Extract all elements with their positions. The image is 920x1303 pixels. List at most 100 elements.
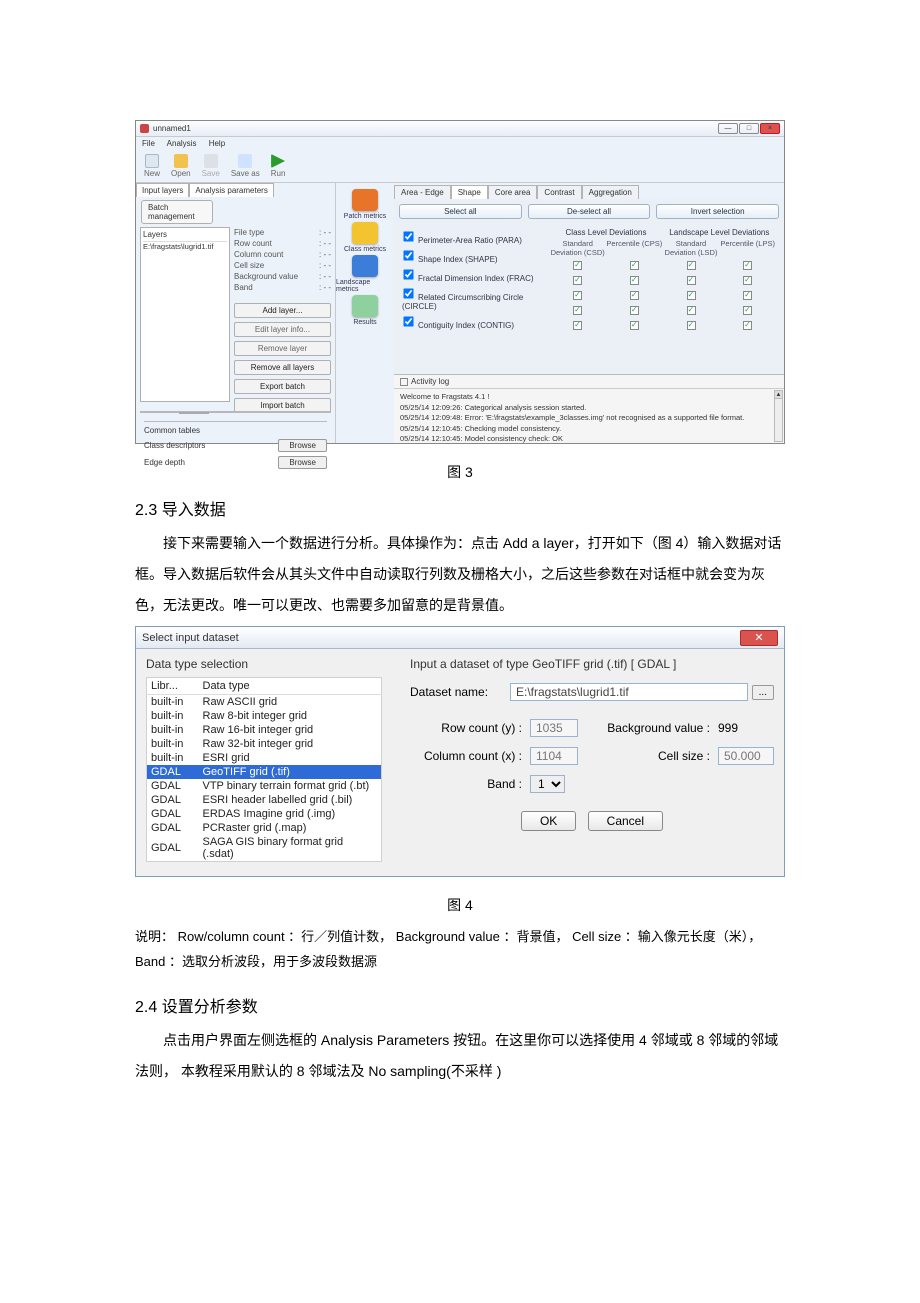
table-row[interactable]: GDALESRI header labelled grid (.bil) xyxy=(147,793,382,807)
deviation-check-row xyxy=(663,259,776,274)
menu-help[interactable]: Help xyxy=(209,139,225,148)
metric-tabs: Area - EdgeShapeCore areaContrastAggrega… xyxy=(394,183,784,199)
horizontal-scrollbar[interactable] xyxy=(140,411,331,413)
deviation-checkbox[interactable] xyxy=(573,321,582,330)
deviation-checkbox[interactable] xyxy=(743,291,752,300)
browse-class-descriptors[interactable]: Browse xyxy=(278,439,327,452)
app-icon xyxy=(140,124,149,133)
band-label: Band : xyxy=(410,777,530,791)
table-row[interactable]: GDALGeoTIFF grid (.tif) xyxy=(147,765,382,779)
figure-4-note: 说明： Row/column count ：行／列值计数， Background… xyxy=(135,925,785,974)
metric-checkbox[interactable] xyxy=(403,288,413,298)
deviation-checkbox[interactable] xyxy=(743,261,752,270)
metric-row[interactable]: Contiguity Index (CONTIG) xyxy=(402,313,549,332)
data-type-selection-label: Data type selection xyxy=(146,657,382,677)
deviation-checkbox[interactable] xyxy=(573,291,582,300)
toolbar-saveas[interactable]: Save as xyxy=(227,153,264,179)
class-dev-title: Class Level Deviations xyxy=(549,228,662,239)
deselect-all-button[interactable]: De-select all xyxy=(528,204,651,219)
metric-checkbox[interactable] xyxy=(403,316,413,326)
deviation-checkbox[interactable] xyxy=(630,261,639,270)
band-select[interactable]: 1 xyxy=(530,775,565,793)
tab-analysis-parameters[interactable]: Analysis parameters xyxy=(189,183,273,197)
toolbar-save[interactable]: Save xyxy=(198,153,224,179)
minimize-button[interactable]: — xyxy=(718,123,738,134)
deviation-checkbox[interactable] xyxy=(743,321,752,330)
deviation-check-row xyxy=(663,304,776,319)
tab-core-area[interactable]: Core area xyxy=(488,185,538,199)
data-type-table[interactable]: Libr... Data type built-inRaw ASCII grid… xyxy=(146,677,382,862)
maximize-button[interactable]: □ xyxy=(739,123,759,134)
metric-row[interactable]: Perimeter-Area Ratio (PARA) xyxy=(402,228,549,247)
deviation-checkbox[interactable] xyxy=(743,306,752,315)
deviation-columns: Class Level Deviations Standard Deviatio… xyxy=(549,228,776,370)
prop-row: Band: - - xyxy=(234,282,331,293)
browse-dataset-button[interactable]: ... xyxy=(752,685,774,700)
colcount-field: 1104 xyxy=(530,747,578,765)
dialog-close-button[interactable]: ✕ xyxy=(740,630,778,646)
tab-input-layers[interactable]: Input layers xyxy=(136,183,189,197)
tab-area-edge[interactable]: Area - Edge xyxy=(394,185,451,199)
tab-shape[interactable]: Shape xyxy=(451,185,488,199)
metric-row[interactable]: Related Circumscribing Circle (CIRCLE) xyxy=(402,285,549,313)
deviation-checkbox[interactable] xyxy=(687,306,696,315)
close-button[interactable]: × xyxy=(760,123,780,134)
select-all-button[interactable]: Select all xyxy=(399,204,522,219)
deviation-checkbox[interactable] xyxy=(687,291,696,300)
add-layer-button[interactable]: Add layer... xyxy=(234,303,331,318)
remove-layer-button: Remove layer xyxy=(234,341,331,356)
deviation-checkbox[interactable] xyxy=(630,306,639,315)
browse-edge-depth[interactable]: Browse xyxy=(278,456,327,469)
nav-patch[interactable]: Patch metrics xyxy=(344,187,386,220)
cancel-button[interactable]: Cancel xyxy=(588,811,663,831)
table-row[interactable]: GDALVTP binary terrain format grid (.bt) xyxy=(147,779,382,793)
table-row[interactable]: GDALPCRaster grid (.map) xyxy=(147,821,382,835)
deviation-checkbox[interactable] xyxy=(630,321,639,330)
export-batch-button[interactable]: Export batch xyxy=(234,379,331,394)
class-descriptors-label: Class descriptors xyxy=(144,441,205,450)
prop-row: File type: - - xyxy=(234,227,331,238)
deviation-checkbox[interactable] xyxy=(687,261,696,270)
tab-contrast[interactable]: Contrast xyxy=(537,185,581,199)
table-row[interactable]: built-inRaw ASCII grid xyxy=(147,695,382,710)
deviation-checkbox[interactable] xyxy=(573,276,582,285)
table-row[interactable]: GDALERDAS Imagine grid (.img) xyxy=(147,807,382,821)
background-value-field[interactable]: 999 xyxy=(718,721,738,735)
table-row[interactable]: built-inRaw 32-bit integer grid xyxy=(147,737,382,751)
batch-management-button[interactable]: Batch management xyxy=(141,200,213,224)
table-row[interactable]: GDALSAGA GIS binary format grid (.sdat) xyxy=(147,835,382,862)
nav-results[interactable]: Results xyxy=(352,293,378,326)
toolbar-run[interactable]: Run xyxy=(267,153,290,179)
left-panel: Input layers Analysis parameters Batch m… xyxy=(136,183,336,443)
log-scrollbar[interactable]: ▲ xyxy=(774,390,783,442)
menu-file[interactable]: File xyxy=(142,139,155,148)
toolbar-new[interactable]: New xyxy=(140,153,164,179)
menu-analysis[interactable]: Analysis xyxy=(167,139,197,148)
ok-button[interactable]: OK xyxy=(521,811,576,831)
table-row[interactable]: built-inRaw 8-bit integer grid xyxy=(147,709,382,723)
deviation-checkbox[interactable] xyxy=(573,261,582,270)
remove-all-layers-button[interactable]: Remove all layers xyxy=(234,360,331,375)
metric-checkbox[interactable] xyxy=(403,250,413,260)
deviation-checkbox[interactable] xyxy=(630,291,639,300)
layer-item[interactable]: E:\fragstats\lugrid1.tif xyxy=(143,242,227,251)
deviation-checkbox[interactable] xyxy=(743,276,752,285)
deviation-checkbox[interactable] xyxy=(630,276,639,285)
invert-selection-button[interactable]: Invert selection xyxy=(656,204,779,219)
nav-land[interactable]: Landscape metrics xyxy=(336,253,394,293)
table-row[interactable]: built-inESRI grid xyxy=(147,751,382,765)
metric-checkbox[interactable] xyxy=(403,269,413,279)
metric-row[interactable]: Shape Index (SHAPE) xyxy=(402,247,549,266)
deviation-checkbox[interactable] xyxy=(687,321,696,330)
toolbar-open[interactable]: Open xyxy=(167,153,195,179)
table-row[interactable]: built-inRaw 16-bit integer grid xyxy=(147,723,382,737)
layers-list[interactable]: Layers E:\fragstats\lugrid1.tif xyxy=(140,227,230,402)
section-2-4-body: 点击用户界面左侧选框的 Analysis Parameters 按钮。在这里你可… xyxy=(135,1025,785,1087)
metric-row[interactable]: Fractal Dimension Index (FRAC) xyxy=(402,266,549,285)
tab-aggregation[interactable]: Aggregation xyxy=(582,185,639,199)
deviation-checkbox[interactable] xyxy=(573,306,582,315)
nav-class[interactable]: Class metrics xyxy=(344,220,386,253)
deviation-checkbox[interactable] xyxy=(687,276,696,285)
metric-checkbox[interactable] xyxy=(403,231,413,241)
dataset-name-field[interactable]: E:\fragstats\lugrid1.tif xyxy=(510,683,748,701)
